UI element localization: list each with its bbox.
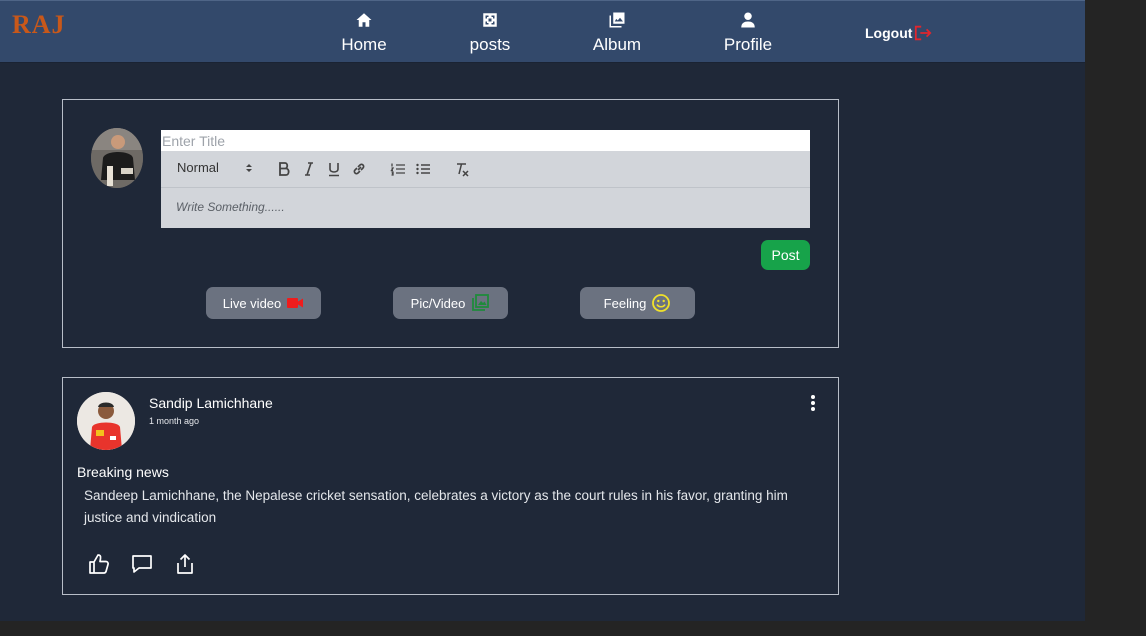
nav-item-profile[interactable]: Profile (722, 11, 774, 55)
like-button[interactable] (87, 552, 111, 576)
pic-video-label: Pic/Video (410, 295, 466, 311)
top-navbar: RAJ Home posts Album Profile Logout (0, 0, 1085, 63)
live-video-label: Live video (222, 295, 282, 311)
nav-item-home[interactable]: Home (338, 11, 390, 55)
link-icon (353, 163, 365, 175)
home-icon (356, 13, 372, 27)
comment-icon (132, 555, 152, 573)
clear-format-icon (457, 163, 469, 177)
nav-item-label: posts (469, 35, 511, 54)
share-icon (177, 554, 193, 574)
link-button[interactable] (351, 161, 367, 177)
ordered-list-button[interactable] (390, 161, 406, 177)
post-body: Sandeep Lamichhane, the Nepalese cricket… (84, 488, 788, 525)
avatar[interactable] (91, 128, 143, 188)
more-options-button[interactable] (807, 394, 819, 412)
more-vertical-icon (811, 395, 815, 411)
nav-item-album[interactable]: Album (589, 11, 645, 55)
thumbs-up-icon (89, 554, 109, 574)
post-timestamp: 1 month ago (149, 416, 200, 426)
bold-icon (279, 162, 290, 176)
nav-item-label: Home (341, 35, 387, 54)
nav-item-label: Profile (723, 35, 773, 54)
nav-item-label: Album (592, 35, 642, 54)
editor-body[interactable]: Write Something...... (176, 200, 285, 214)
live-video-button[interactable]: Live video (206, 287, 321, 319)
share-button[interactable] (173, 552, 197, 576)
posts-icon (483, 13, 497, 27)
format-select[interactable]: Normal (177, 160, 257, 175)
underline-icon (329, 163, 339, 177)
smiley-icon (652, 294, 671, 312)
gallery-icon (472, 294, 490, 311)
underline-button[interactable] (326, 161, 342, 177)
video-camera-icon (287, 298, 304, 308)
clear-format-button[interactable] (454, 161, 470, 177)
post-card: Sandip Lamichhane 1 month ago Breaking n… (62, 377, 839, 595)
ordered-list-icon (390, 163, 405, 176)
select-arrows-icon (246, 164, 252, 172)
bullet-list-icon (416, 163, 430, 175)
author-avatar[interactable] (77, 392, 135, 450)
pic-video-button[interactable]: Pic/Video (393, 287, 508, 319)
profile-icon (741, 12, 755, 28)
format-select-value: Normal (177, 160, 219, 175)
logout-label: Logout (865, 25, 913, 41)
app-root: RAJ Home posts Album Profile Logout Ente… (0, 0, 1085, 621)
author-photo (77, 392, 135, 450)
feeling-button[interactable]: Feeling (580, 287, 695, 319)
user-photo (91, 128, 143, 188)
italic-button[interactable] (301, 161, 317, 177)
bold-button[interactable] (276, 161, 292, 177)
editor-toolbar: Normal (161, 151, 810, 188)
post-composer: Normal (62, 99, 839, 348)
author-name[interactable]: Sandip Lamichhane (149, 395, 273, 411)
post-title: Breaking news (77, 464, 169, 480)
post-button[interactable]: Post (761, 240, 810, 270)
logout-button[interactable]: Logout (865, 24, 933, 42)
italic-icon (305, 162, 313, 176)
feeling-label: Feeling (603, 295, 647, 311)
bullet-list-button[interactable] (415, 161, 431, 177)
album-icon (609, 12, 625, 28)
logo[interactable]: RAJ (12, 10, 66, 40)
title-input[interactable] (161, 130, 810, 151)
rich-text-editor: Normal Write Something...... (161, 151, 810, 228)
nav-item-posts[interactable]: posts (466, 11, 514, 55)
comment-button[interactable] (130, 552, 154, 576)
logout-icon (915, 25, 932, 41)
